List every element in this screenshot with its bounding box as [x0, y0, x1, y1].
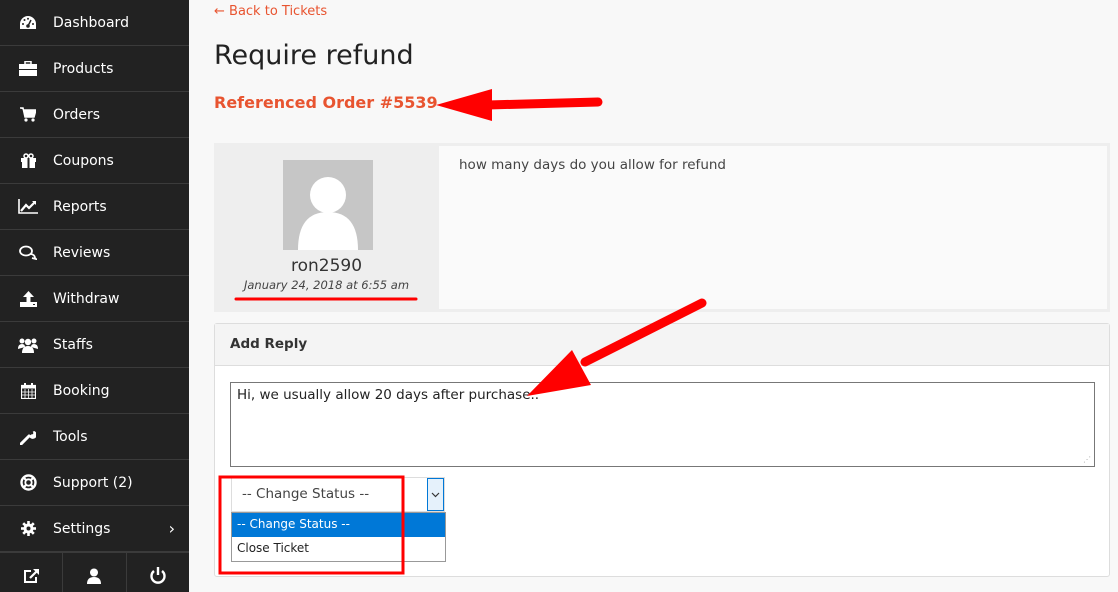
back-to-tickets-link[interactable]: ← Back to Tickets: [214, 4, 327, 19]
comments-icon: [17, 245, 39, 260]
external-link-button[interactable]: [0, 553, 64, 592]
user-icon: [87, 568, 102, 584]
sidebar-item-label: Booking: [53, 382, 110, 399]
sidebar-item-label: Reviews: [53, 244, 111, 261]
logout-button[interactable]: [127, 553, 189, 592]
sidebar-item-label: Orders: [53, 106, 101, 123]
dashboard-icon: [17, 15, 39, 31]
line-chart-icon: [17, 199, 39, 214]
sidebar-item-reviews[interactable]: Reviews: [0, 230, 189, 276]
status-dropdown-list: -- Change Status -- Close Ticket: [231, 512, 446, 562]
ticket-message: ron2590 January 24, 2018 at 6:55 am how …: [214, 143, 1110, 312]
sidebar-item-label: Dashboard: [53, 14, 129, 31]
sidebar-bottom-bar: [0, 552, 189, 592]
chevron-right-icon: ›: [168, 519, 175, 538]
sidebar-item-coupons[interactable]: Coupons: [0, 138, 189, 184]
arrow-to-order-ref: [436, 89, 603, 121]
power-icon: [150, 567, 166, 584]
upload-icon: [17, 290, 39, 307]
external-link-icon: [23, 568, 40, 584]
sidebar-item-label: Reports: [53, 198, 107, 215]
add-reply-heading: Add Reply: [215, 324, 1109, 366]
calendar-icon: [17, 382, 39, 399]
sidebar-item-booking[interactable]: Booking: [0, 368, 189, 414]
message-date: January 24, 2018 at 6:55 am: [243, 278, 410, 292]
select-value: -- Change Status --: [242, 486, 370, 502]
wrench-icon: [17, 429, 39, 445]
sidebar-item-label: Products: [53, 60, 114, 77]
briefcase-icon: [17, 61, 39, 76]
sidebar-item-tools[interactable]: Tools: [0, 414, 189, 460]
change-status-select[interactable]: -- Change Status --: [231, 477, 445, 512]
gift-icon: [17, 153, 39, 168]
author-name: ron2590: [290, 256, 363, 276]
sidebar-item-label: Staffs: [53, 336, 93, 353]
sidebar-item-label: Settings: [53, 520, 111, 537]
cart-icon: [17, 107, 39, 122]
sidebar-item-support[interactable]: Support (2): [0, 460, 189, 506]
gear-icon: [17, 521, 39, 536]
avatar: [283, 160, 373, 250]
sidebar-item-dashboard[interactable]: Dashboard: [0, 0, 189, 46]
resize-grip-icon[interactable]: ⋰: [1083, 455, 1091, 464]
page-title: Require refund: [214, 40, 414, 71]
sidebar-item-label: Tools: [53, 428, 88, 445]
chevron-down-icon[interactable]: [427, 478, 444, 511]
profile-button[interactable]: [63, 553, 127, 592]
sidebar-item-label: Support (2): [53, 474, 133, 491]
sidebar-item-orders[interactable]: Orders: [0, 92, 189, 138]
sidebar-item-label: Coupons: [53, 152, 114, 169]
users-icon: [17, 337, 39, 353]
sidebar-item-withdraw[interactable]: Withdraw: [0, 276, 189, 322]
referenced-order-link[interactable]: Referenced Order #5539: [214, 93, 438, 112]
sidebar-item-label: Withdraw: [53, 290, 120, 307]
sidebar-item-settings[interactable]: Settings ›: [0, 506, 189, 552]
sidebar: Dashboard Products Orders Coupons Report…: [0, 0, 189, 592]
add-reply-panel: Add Reply Hi, we usually allow 20 days a…: [214, 323, 1110, 577]
message-body: how many days do you allow for refund: [439, 146, 1107, 309]
sidebar-item-staffs[interactable]: Staffs: [0, 322, 189, 368]
status-option-change-status[interactable]: -- Change Status --: [232, 513, 445, 537]
life-ring-icon: [17, 474, 39, 491]
ticket-author: ron2590 January 24, 2018 at 6:55 am: [214, 143, 439, 312]
status-option-close-ticket[interactable]: Close Ticket: [232, 537, 445, 561]
reply-textarea[interactable]: Hi, we usually allow 20 days after purch…: [230, 382, 1095, 467]
sidebar-item-reports[interactable]: Reports: [0, 184, 189, 230]
sidebar-item-products[interactable]: Products: [0, 46, 189, 92]
